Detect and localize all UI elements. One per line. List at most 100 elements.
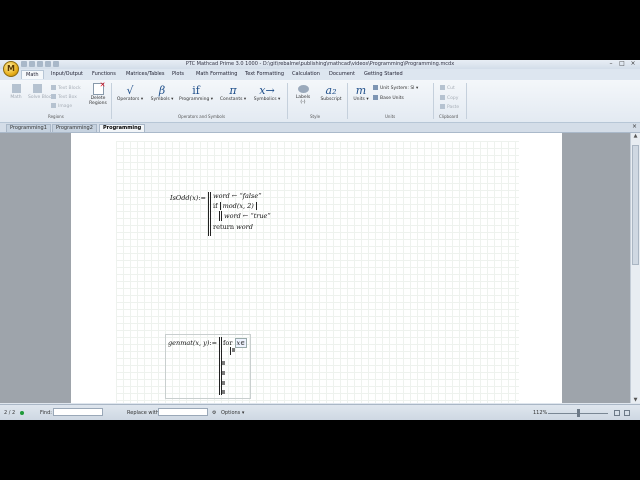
symbols-button[interactable]: β Symbols ▾ (148, 84, 176, 103)
text-block-icon (51, 85, 56, 90)
solve-block-icon (32, 84, 42, 93)
page-view-icon[interactable] (614, 410, 620, 416)
find-label: Find: (40, 410, 52, 416)
isodd-function-name: IsOdd(x) (170, 194, 199, 202)
zoom-level: 112% (533, 410, 548, 416)
programming-button[interactable]: if Programming ▾ (179, 85, 213, 103)
ribbon-separator (466, 83, 467, 119)
text-box-icon (51, 94, 56, 99)
delete-regions-icon: ✕ (92, 82, 106, 95)
minimize-button[interactable]: – (606, 60, 616, 68)
units-icon: m (355, 84, 367, 97)
labels-button[interactable]: Labels (-) (292, 85, 314, 105)
constants-button[interactable]: π Constants ▾ (217, 85, 249, 103)
delete-regions-label-2: Regions (89, 101, 107, 106)
tab-math-formatting[interactable]: Math Formatting (196, 71, 237, 77)
isodd-definition-lhs: IsOdd(x):= (170, 194, 206, 202)
base-units-button[interactable]: Base Units (373, 95, 404, 101)
return-variable: word (236, 223, 253, 231)
unit-system-icon (373, 85, 378, 90)
define-operator: := (209, 339, 218, 347)
operators-label: Operators (116, 97, 140, 102)
app-logo-button[interactable]: M (3, 61, 19, 77)
doc-tab-programming1[interactable]: Programming1 (6, 124, 51, 132)
subscript-button[interactable]: a₂ Subscript (318, 85, 344, 103)
tab-plots[interactable]: Plots (172, 71, 184, 77)
unit-system-dropdown[interactable]: Unit System: SI ▾ (373, 85, 418, 91)
paste-icon (440, 104, 445, 109)
close-button[interactable]: × (628, 60, 638, 68)
delete-regions-button[interactable]: ✕ Delete Regions (88, 82, 108, 107)
tab-math[interactable]: Math (21, 70, 44, 79)
ribbon-separator (433, 83, 434, 119)
for-variable-input[interactable]: x∈ (234, 338, 247, 348)
operators-button[interactable]: √ Operators ▾ (116, 85, 144, 103)
base-units-label: Base Units (380, 96, 404, 101)
worksheet-page[interactable]: IsOdd(x):= word ← “false” if mod(x, 2) w… (71, 133, 562, 403)
math-region-button[interactable]: Math (7, 84, 25, 100)
labels-icon (297, 85, 309, 93)
paste-label: Paste (447, 105, 460, 110)
tab-text-formatting[interactable]: Text Formatting (245, 71, 284, 77)
window-controls: – □ × (606, 60, 638, 68)
maximize-button[interactable]: □ (617, 60, 627, 68)
placeholder[interactable] (232, 348, 235, 352)
doc-tab-programming[interactable]: Programming (99, 124, 146, 132)
tab-functions[interactable]: Functions (92, 71, 116, 77)
copy-label: Copy (447, 96, 459, 101)
close-document-icon[interactable]: × (632, 123, 637, 130)
options-icon[interactable]: ⚙ (212, 410, 216, 416)
tab-matrices-tables[interactable]: Matrices/Tables (126, 71, 164, 77)
genmat-definition-lhs: genmat(x, y):= (168, 339, 217, 347)
image-button[interactable]: Image (51, 103, 72, 109)
text-box-label: Text Box (58, 95, 77, 100)
copy-button[interactable]: Copy (440, 95, 458, 101)
labels-value: (-) (300, 100, 306, 105)
solve-block-button[interactable]: Solve Block (28, 84, 54, 100)
unit-system-label: Unit System: SI (380, 86, 415, 91)
zoom-slider-thumb[interactable] (577, 409, 580, 417)
text-block-button[interactable]: Text Block (51, 85, 81, 91)
placeholder[interactable] (222, 371, 225, 375)
clipboard-group-label: Clipboard (439, 114, 459, 119)
isodd-line-1: word ← “false” (213, 192, 262, 200)
tab-document[interactable]: Document (329, 71, 355, 77)
vertical-scrollbar[interactable]: ▲ ▼ (630, 133, 640, 403)
for-body-bar (230, 347, 231, 355)
scroll-down-icon[interactable]: ▼ (631, 397, 640, 403)
replace-input[interactable] (158, 408, 208, 416)
symbolics-icon: x→ (259, 84, 275, 97)
doc-tab-programming2[interactable]: Programming2 (52, 124, 97, 132)
options-button[interactable]: Options ▾ (221, 410, 244, 416)
draft-view-icon[interactable] (624, 410, 630, 416)
units-button[interactable]: m Units ▾ (351, 84, 371, 103)
find-input[interactable] (53, 408, 103, 416)
scroll-up-icon[interactable]: ▲ (631, 133, 640, 139)
placeholder[interactable] (222, 390, 225, 394)
program-bar (210, 192, 211, 236)
text-box-button[interactable]: Text Box (51, 94, 77, 100)
genmat-region[interactable]: genmat(x, y):= for x∈ (165, 334, 251, 399)
isodd-line-3: word ← “true” (224, 212, 271, 220)
if-body-bar (219, 211, 220, 221)
math-region-label: Math (10, 95, 22, 100)
paste-button[interactable]: Paste (440, 104, 459, 110)
placeholder[interactable] (222, 381, 225, 385)
tab-getting-started[interactable]: Getting Started (364, 71, 403, 77)
for-loop-header: for x∈ (223, 338, 247, 348)
math-region-icon (11, 84, 21, 93)
tab-calculation[interactable]: Calculation (292, 71, 320, 77)
tab-input-output[interactable]: Input/Output (51, 71, 83, 77)
symbols-icon: β (158, 84, 166, 97)
text-block-label: Text Block (58, 86, 81, 91)
scrollbar-thumb[interactable] (632, 145, 639, 265)
cut-button[interactable]: Cut (440, 85, 455, 91)
constants-label: Constants (219, 97, 243, 102)
placeholder[interactable] (222, 361, 225, 365)
regions-group-label: Regions (48, 114, 64, 119)
programming-label: Programming (179, 97, 210, 102)
style-group-label: Style (310, 114, 321, 119)
isodd-region[interactable]: IsOdd(x):= word ← “false” if mod(x, 2) w… (170, 188, 275, 238)
if-keyword: if (213, 202, 218, 210)
symbolics-button[interactable]: x→ Symbolics ▾ (251, 84, 283, 103)
